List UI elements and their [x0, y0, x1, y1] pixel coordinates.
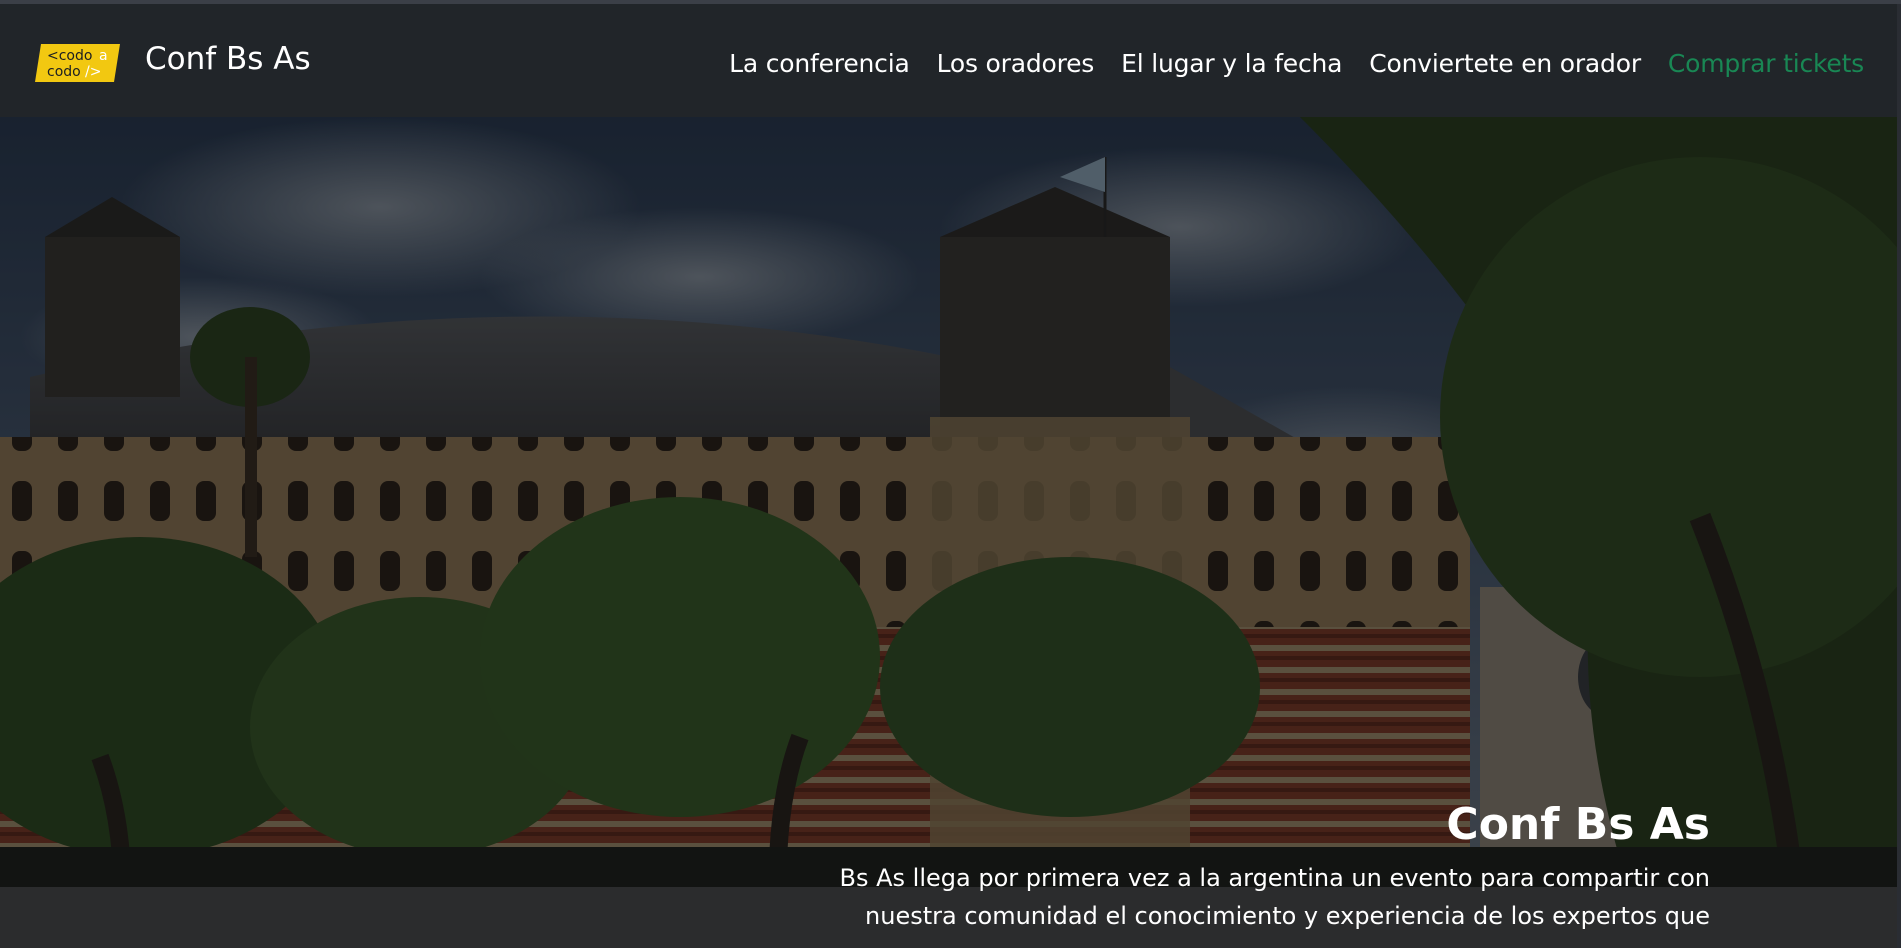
hero-text: Conf Bs As Bs As llega por primera vez a… [830, 797, 1710, 935]
svg-text:<codo: <codo [47, 48, 92, 64]
hero-description: Bs As llega por primera vez a la argenti… [839, 864, 1710, 930]
scrollbar[interactable] [1897, 4, 1901, 948]
nav-link-comprar-tickets[interactable]: Comprar tickets [1668, 49, 1864, 78]
svg-text:/>: /> [85, 64, 101, 80]
brand-title[interactable]: Conf Bs As [145, 41, 311, 77]
nav-link-conviertete-en-orador[interactable]: Conviertete en orador [1369, 49, 1641, 78]
nav-link-la-conferencia[interactable]: La conferencia [729, 49, 910, 78]
nav-link-los-oradores[interactable]: Los oradores [937, 49, 1095, 78]
svg-text:codo: codo [47, 64, 81, 80]
brand[interactable]: <codo a codo /> Conf Bs As [35, 4, 311, 117]
svg-text:a: a [99, 48, 108, 64]
codo-a-codo-logo[interactable]: <codo a codo /> [35, 41, 120, 85]
navbar: <codo a codo /> Conf Bs As La conferenci… [0, 4, 1897, 117]
nav-links: La conferencia Los oradores El lugar y l… [729, 4, 1864, 117]
hero-section: Conf Bs As Bs As llega por primera vez a… [0, 117, 1897, 948]
nav-link-el-lugar-y-la-fecha[interactable]: El lugar y la fecha [1121, 49, 1342, 78]
hero-title: Conf Bs As [1446, 799, 1710, 850]
